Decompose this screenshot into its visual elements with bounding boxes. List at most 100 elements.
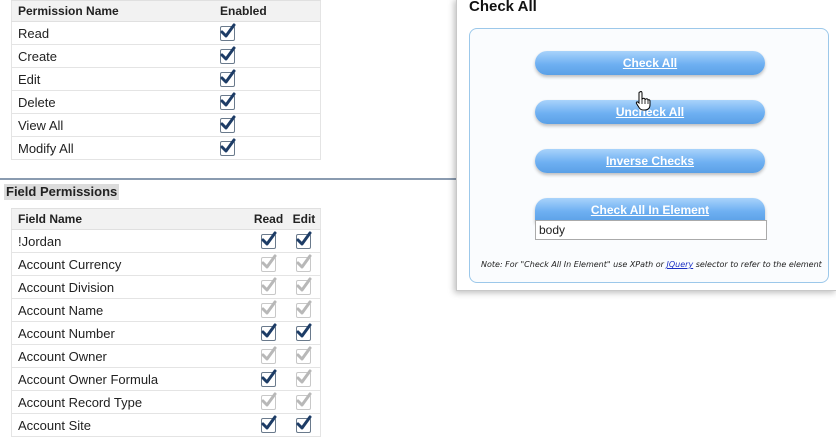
field-row: Account Name — [11, 298, 321, 322]
checkbox-checked-disabled — [296, 277, 312, 296]
checkbox-checked-disabled — [260, 254, 277, 273]
checkbox-checked[interactable] — [220, 138, 236, 157]
permission-enabled-cell — [214, 67, 321, 91]
checkbox-checked[interactable] — [296, 323, 312, 342]
jquery-link[interactable]: JQuery — [667, 260, 694, 269]
field-edit-cell — [287, 298, 321, 322]
field-edit-cell — [287, 275, 321, 299]
field-row: Account Owner — [11, 344, 321, 368]
panel-title: Check All — [469, 0, 537, 15]
field-permissions-title: Field Permissions — [4, 184, 120, 200]
check-all-in-element-button[interactable]: Check All In Element — [535, 198, 765, 222]
panel-note: Note: For "Check All In Element" use XPa… — [481, 260, 822, 269]
permission-row: Delete — [11, 90, 321, 114]
header-field-name: Field Name — [11, 208, 249, 230]
field-name: Account Name — [11, 298, 249, 322]
header-enabled: Enabled — [214, 0, 321, 22]
field-edit-cell — [287, 390, 321, 414]
checkbox-checked[interactable] — [260, 415, 277, 434]
field-read-cell — [249, 321, 288, 345]
field-edit-cell — [287, 229, 321, 253]
field-permissions-table: Field Name Read Edit !Jordan Account Curr… — [11, 208, 321, 437]
field-name: !Jordan — [11, 229, 249, 253]
field-name: Account Site — [11, 413, 249, 437]
field-edit-cell — [287, 321, 321, 345]
checkbox-checked[interactable] — [260, 369, 277, 388]
permission-row: Edit — [11, 67, 321, 91]
checkbox-checked-disabled — [296, 392, 312, 411]
header-edit: Edit — [287, 208, 321, 230]
checkbox-checked-disabled — [296, 300, 312, 319]
permission-row: View All — [11, 113, 321, 137]
permission-name: Create — [11, 44, 214, 68]
checkbox-checked-disabled — [296, 369, 312, 388]
checkbox-checked-disabled — [260, 300, 277, 319]
permission-name: Read — [11, 21, 214, 45]
note-suffix: selector to refer to the element — [693, 260, 822, 269]
header-read: Read — [249, 208, 288, 230]
field-row: Account Division — [11, 275, 321, 299]
checkbox-checked[interactable] — [220, 46, 236, 65]
field-edit-cell — [287, 413, 321, 437]
permissions-header-row: Permission Name Enabled — [11, 0, 321, 22]
checkbox-checked[interactable] — [260, 323, 277, 342]
permission-row: Create — [11, 44, 321, 68]
checkbox-checked[interactable] — [220, 92, 236, 111]
field-row: Account Owner Formula — [11, 367, 321, 391]
permission-name: View All — [11, 113, 214, 137]
field-row: Account Site — [11, 413, 321, 437]
field-row: Account Record Type — [11, 390, 321, 414]
field-row: Account Currency — [11, 252, 321, 276]
permission-name: Delete — [11, 90, 214, 114]
field-name: Account Division — [11, 275, 249, 299]
field-header-row: Field Name Read Edit — [11, 208, 321, 230]
checkbox-checked[interactable] — [220, 115, 236, 134]
field-name: Account Owner Formula — [11, 367, 249, 391]
panel-content-box: Check All Uncheck All Inverse Checks Che… — [469, 28, 829, 283]
checkbox-checked-disabled — [260, 392, 277, 411]
checkbox-checked[interactable] — [220, 69, 236, 88]
field-name: Account Currency — [11, 252, 249, 276]
field-read-cell — [249, 229, 288, 253]
element-selector-input[interactable]: body — [535, 220, 767, 240]
permission-enabled-cell — [214, 21, 321, 45]
hand-pointer-icon — [635, 91, 651, 111]
field-read-cell — [249, 275, 288, 299]
field-edit-cell — [287, 344, 321, 368]
field-row: !Jordan — [11, 229, 321, 253]
permission-enabled-cell — [214, 136, 321, 160]
field-name: Account Record Type — [11, 390, 249, 414]
field-name: Account Number — [11, 321, 249, 345]
checkbox-checked-disabled — [260, 277, 277, 296]
checkbox-checked[interactable] — [296, 231, 312, 250]
permission-row: Read — [11, 21, 321, 45]
inverse-checks-button[interactable]: Inverse Checks — [535, 149, 765, 173]
field-edit-cell — [287, 252, 321, 276]
checkbox-checked-disabled — [296, 254, 312, 273]
header-permission-name: Permission Name — [11, 0, 214, 22]
field-edit-cell — [287, 367, 321, 391]
note-prefix: Note: For "Check All In Element" use XPa… — [481, 260, 667, 269]
field-read-cell — [249, 413, 288, 437]
permissions-table: Permission Name Enabled Read Create Edit De… — [11, 0, 321, 160]
check-all-panel: Check All Check All Uncheck All Inverse … — [456, 0, 836, 291]
field-name: Account Owner — [11, 344, 249, 368]
checkbox-checked-disabled — [296, 346, 312, 365]
field-row: Account Number — [11, 321, 321, 345]
permission-enabled-cell — [214, 44, 321, 68]
checkbox-checked-disabled — [260, 346, 277, 365]
permission-row: Modify All — [11, 136, 321, 160]
field-read-cell — [249, 252, 288, 276]
field-read-cell — [249, 344, 288, 368]
permission-name: Modify All — [11, 136, 214, 160]
permission-enabled-cell — [214, 113, 321, 137]
checkbox-checked[interactable] — [220, 23, 236, 42]
checkbox-checked[interactable] — [260, 231, 277, 250]
field-read-cell — [249, 367, 288, 391]
permission-name: Edit — [11, 67, 214, 91]
field-read-cell — [249, 298, 288, 322]
field-read-cell — [249, 390, 288, 414]
permission-enabled-cell — [214, 90, 321, 114]
checkbox-checked[interactable] — [296, 415, 312, 434]
check-all-button[interactable]: Check All — [535, 51, 765, 75]
